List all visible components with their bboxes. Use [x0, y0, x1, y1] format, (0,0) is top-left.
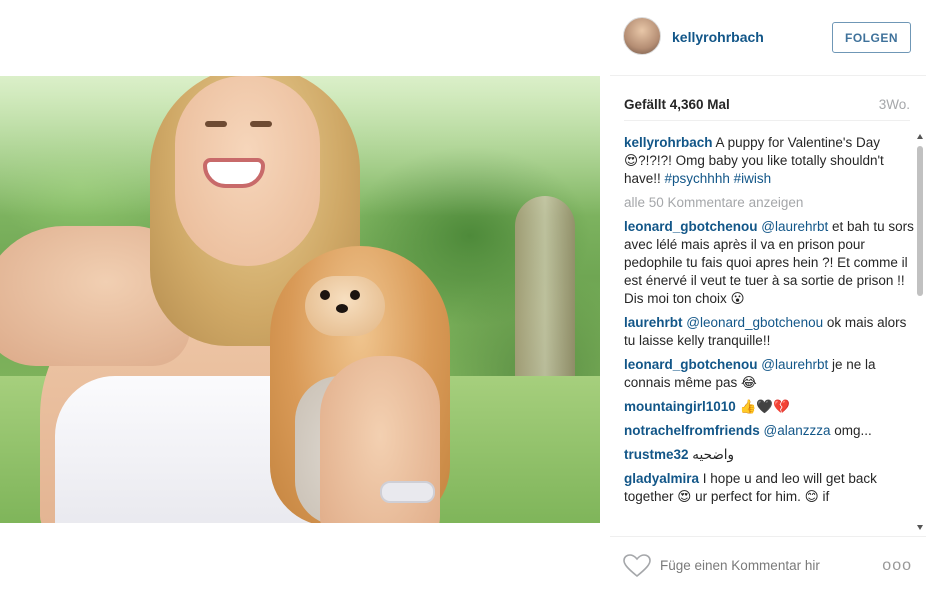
avatar[interactable]	[623, 17, 661, 55]
comment-mention[interactable]: @alanzzza	[764, 423, 831, 438]
photo-smile	[203, 158, 265, 188]
add-comment-input[interactable]	[660, 553, 865, 577]
comment-text: omg...	[830, 423, 872, 438]
follow-button[interactable]: FOLGEN	[832, 22, 911, 53]
post-header: kellyrohrbach FOLGEN	[610, 0, 926, 76]
post-footer: ooo	[610, 536, 926, 592]
photo-eye-right	[250, 121, 272, 127]
comment-username[interactable]: leonard_gbotchenou	[624, 357, 758, 372]
photo-puppy-eye-left	[320, 290, 330, 300]
comment-username[interactable]: trustme32	[624, 447, 689, 462]
comment-item: trustme32 واضحيه	[624, 446, 914, 464]
comment-mention[interactable]: @laurehrbt	[761, 219, 828, 234]
likes-count[interactable]: Gefällt 4,360 Mal	[624, 97, 730, 112]
header-username[interactable]: kellyrohrbach	[672, 29, 764, 45]
heart-icon[interactable]	[623, 554, 651, 578]
comment-username[interactable]: laurehrbt	[624, 315, 683, 330]
hashtag-psychhhh[interactable]: #psychhhh	[665, 171, 730, 186]
comment-username[interactable]: mountaingirl1010	[624, 399, 736, 414]
divider	[624, 120, 910, 121]
post-photo[interactable]	[0, 76, 600, 523]
photo-eye-left	[205, 121, 227, 127]
comment-item: leonard_gbotchenou @laurehrbt je ne la c…	[624, 356, 914, 392]
comment-username[interactable]: notrachelfromfriends	[624, 423, 760, 438]
comment-username[interactable]: gladyalmira	[624, 471, 699, 486]
post-time[interactable]: 3Wo.	[879, 97, 910, 112]
scroll-down-arrow-icon[interactable]	[917, 525, 923, 530]
photo-puppy-nose	[336, 304, 348, 313]
hashtag-iwish[interactable]: #iwish	[734, 171, 772, 186]
load-more-comments[interactable]: alle 50 Kommentare anzeigen	[624, 194, 914, 212]
comment-text: 👍🖤💔	[735, 399, 790, 414]
comment-username[interactable]: leonard_gbotchenou	[624, 219, 758, 234]
comment-item: laurehrbt @leonard_gbotchenou ok mais al…	[624, 314, 914, 350]
comments-list[interactable]: kellyrohrbach A puppy for Valentine's Da…	[624, 134, 914, 530]
comment-mention[interactable]: @leonard_gbotchenou	[686, 315, 823, 330]
comment-item: gladyalmira I hope u and leo will get ba…	[624, 470, 914, 506]
scrollbar-thumb[interactable]	[917, 146, 923, 296]
comment-mention[interactable]: @laurehrbt	[761, 357, 828, 372]
photo-puppy-eye-right	[350, 290, 360, 300]
comments-scrollbar[interactable]	[917, 134, 923, 530]
caption-username[interactable]: kellyrohrbach	[624, 135, 713, 150]
comment-item: mountaingirl1010 👍🖤💔	[624, 398, 914, 416]
more-options-icon[interactable]: ooo	[882, 557, 912, 575]
comment-text: واضحيه	[688, 447, 735, 462]
photo-watch	[380, 481, 435, 503]
caption: kellyrohrbach A puppy for Valentine's Da…	[624, 134, 914, 188]
comment-item: notrachelfromfriends @alanzzza omg...	[624, 422, 914, 440]
comment-item: leonard_gbotchenou @laurehrbt et bah tu …	[624, 218, 914, 308]
scroll-up-arrow-icon[interactable]	[917, 134, 923, 139]
